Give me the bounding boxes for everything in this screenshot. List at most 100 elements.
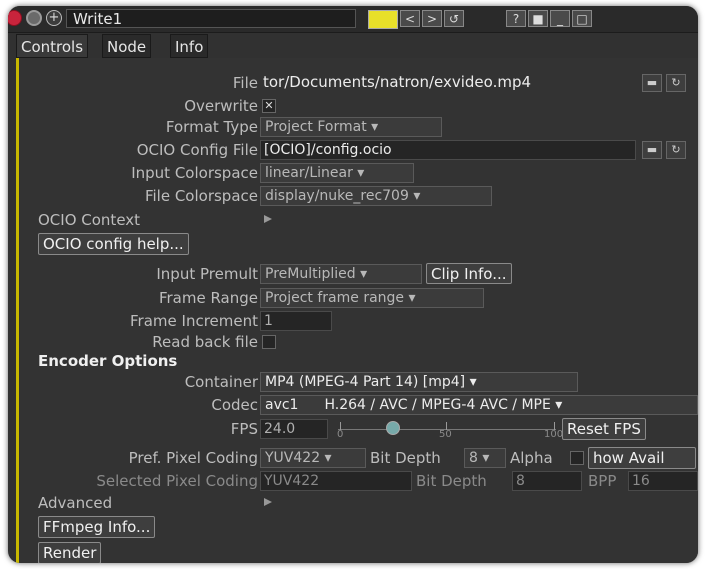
node-color-swatch[interactable] bbox=[368, 10, 398, 29]
ocio-help-row: OCIO config help... bbox=[20, 233, 698, 257]
pref-pixel-coding-dropdown[interactable]: YUV422 ▾ bbox=[260, 448, 366, 468]
refresh-icon[interactable]: ↻ bbox=[666, 141, 686, 159]
file-colorspace-dropdown[interactable]: display/nuke_rec709 ▾ bbox=[260, 186, 492, 206]
selection-bar bbox=[16, 58, 19, 563]
container-row: Container MP4 (MPEG-4 Part 14) [mp4] ▾ bbox=[20, 372, 698, 392]
codec-label: Codec bbox=[211, 396, 258, 414]
pref-pixel-coding-row: Pref. Pixel Coding YUV422 ▾ Bit Depth 8 … bbox=[20, 447, 698, 469]
show-avail-button[interactable]: how Avail bbox=[588, 447, 696, 469]
file-colorspace-label: File Colorspace bbox=[144, 187, 258, 205]
bit-depth-dropdown[interactable]: 8 ▾ bbox=[464, 448, 506, 468]
format-type-row: Format Type Project Format ▾ bbox=[20, 117, 698, 137]
alpha-checkbox[interactable] bbox=[570, 451, 584, 465]
bpp-field: 16 bbox=[628, 471, 698, 491]
restore-defaults-icon[interactable]: ↺ bbox=[444, 10, 464, 27]
node-name-field[interactable]: Write1 bbox=[66, 9, 356, 28]
format-type-value: Project Format bbox=[265, 119, 367, 135]
input-premult-dropdown[interactable]: PreMultiplied ▾ bbox=[260, 264, 422, 284]
codec-value: H.264 / AVC / MPEG-4 AVC / MPE bbox=[324, 397, 551, 413]
fps-slider-handle[interactable] bbox=[386, 421, 400, 435]
tab-controls[interactable]: Controls bbox=[16, 34, 89, 58]
read-back-label: Read back file bbox=[152, 333, 258, 351]
frame-range-dropdown[interactable]: Project frame range ▾ bbox=[260, 288, 484, 308]
fps-row: FPS 24.0 0 50 100 Reset FPS bbox=[20, 418, 698, 443]
codec-dropdown[interactable]: avc1 H.264 / AVC / MPEG-4 AVC / MPE ▾ bbox=[260, 395, 698, 415]
render-button[interactable]: Render bbox=[38, 542, 102, 563]
refresh-icon[interactable]: ↻ bbox=[666, 74, 686, 92]
read-back-checkbox[interactable] bbox=[262, 335, 276, 349]
bit-depth-value: 8 bbox=[469, 450, 478, 466]
float-icon[interactable]: □ bbox=[572, 10, 592, 27]
file-colorspace-value: display/nuke_rec709 bbox=[265, 188, 409, 204]
overwrite-checkbox[interactable]: ✕ bbox=[262, 99, 276, 113]
ffmpeg-info-row: FFmpeg Info... bbox=[20, 516, 698, 540]
file-label: File bbox=[232, 74, 258, 92]
pref-pixel-coding-value: YUV422 bbox=[265, 450, 321, 466]
bpp-label: BPP bbox=[588, 472, 617, 490]
advanced-row: Advanced bbox=[20, 493, 698, 513]
selected-bit-depth-label: Bit Depth bbox=[416, 472, 487, 490]
redo-icon[interactable]: > bbox=[422, 10, 442, 27]
render-row: Render bbox=[20, 542, 698, 563]
plus-icon[interactable]: + bbox=[46, 10, 62, 26]
gear-icon[interactable] bbox=[26, 10, 42, 26]
fps-label: FPS bbox=[230, 420, 258, 438]
container-dropdown[interactable]: MP4 (MPEG-4 Part 14) [mp4] ▾ bbox=[260, 372, 578, 392]
center-node-icon[interactable]: ■ bbox=[528, 10, 548, 27]
read-back-row: Read back file bbox=[20, 332, 698, 352]
undo-icon[interactable]: < bbox=[400, 10, 420, 27]
codec-row: Codec avc1 H.264 / AVC / MPEG-4 AVC / MPE… bbox=[20, 395, 698, 415]
folder-icon[interactable]: ▬ bbox=[642, 141, 662, 159]
frame-range-label: Frame Range bbox=[158, 289, 258, 307]
frame-increment-row: Frame Increment 1 bbox=[20, 311, 698, 331]
bit-depth-label: Bit Depth bbox=[370, 449, 441, 467]
selected-pixel-coding-label: Selected Pixel Coding bbox=[96, 472, 258, 490]
folder-icon[interactable]: ▬ bbox=[642, 74, 662, 92]
selected-bit-depth-field: 8 bbox=[512, 471, 582, 491]
input-colorspace-dropdown[interactable]: linear/Linear ▾ bbox=[260, 163, 414, 183]
frame-range-row: Frame Range Project frame range ▾ bbox=[20, 288, 698, 308]
close-panel-icon[interactable] bbox=[8, 10, 22, 26]
tab-node[interactable]: Node bbox=[102, 34, 152, 58]
ocio-context-row: OCIO Context bbox=[20, 210, 698, 230]
input-colorspace-label: Input Colorspace bbox=[131, 164, 258, 182]
ocio-config-field[interactable]: [OCIO]/config.ocio bbox=[260, 140, 636, 160]
ocio-config-help-button[interactable]: OCIO config help... bbox=[38, 233, 189, 255]
slider-tick-label: 100 bbox=[544, 429, 564, 440]
input-premult-value: PreMultiplied bbox=[265, 266, 356, 282]
ocio-config-row: OCIO Config File [OCIO]/config.ocio ▬ ↻ bbox=[20, 140, 698, 160]
expand-arrow-icon[interactable] bbox=[264, 215, 272, 223]
tab-info[interactable]: Info bbox=[170, 34, 209, 58]
container-value: MP4 (MPEG-4 Part 14) [mp4] bbox=[265, 374, 466, 390]
selected-pixel-coding-field: YUV422 bbox=[260, 471, 412, 491]
input-colorspace-row: Input Colorspace linear/Linear ▾ bbox=[20, 163, 698, 183]
pref-pixel-coding-label: Pref. Pixel Coding bbox=[128, 449, 258, 467]
alpha-label: Alpha bbox=[510, 449, 553, 467]
slider-tick-label: 0 bbox=[337, 429, 344, 440]
help-icon[interactable]: ? bbox=[506, 10, 526, 27]
minimize-icon[interactable]: _ bbox=[550, 10, 570, 27]
ffmpeg-info-button[interactable]: FFmpeg Info... bbox=[38, 516, 156, 538]
encoder-options-row: Encoder Options bbox=[20, 351, 698, 371]
write-node-panel: + Write1 < > ↺ ? ■ _ □ Controls Node Inf… bbox=[8, 6, 698, 563]
title-bar: + Write1 < > ↺ ? ■ _ □ bbox=[8, 6, 698, 33]
ocio-context-label: OCIO Context bbox=[38, 211, 141, 229]
frame-range-value: Project frame range bbox=[265, 290, 405, 306]
encoder-options-heading: Encoder Options bbox=[38, 352, 178, 370]
clip-info-button[interactable]: Clip Info... bbox=[426, 263, 512, 284]
input-premult-row: Input Premult PreMultiplied ▾ Clip Info.… bbox=[20, 263, 698, 284]
format-type-dropdown[interactable]: Project Format ▾ bbox=[260, 117, 442, 137]
reset-fps-button[interactable]: Reset FPS bbox=[562, 418, 646, 440]
fps-field[interactable]: 24.0 bbox=[260, 419, 328, 439]
expand-arrow-icon[interactable] bbox=[264, 498, 272, 506]
advanced-label: Advanced bbox=[38, 494, 113, 512]
file-row: File tor/Documents/natron/exvideo.mp4 ▬ … bbox=[20, 73, 698, 93]
file-path-field[interactable]: tor/Documents/natron/exvideo.mp4 bbox=[260, 73, 636, 93]
frame-increment-field[interactable]: 1 bbox=[260, 311, 332, 331]
selected-pixel-coding-row: Selected Pixel Coding YUV422 Bit Depth 8… bbox=[20, 471, 698, 491]
frame-increment-label: Frame Increment bbox=[130, 312, 258, 330]
overwrite-row: Overwrite ✕ bbox=[20, 96, 698, 116]
controls-panel: File tor/Documents/natron/exvideo.mp4 ▬ … bbox=[20, 58, 698, 563]
file-colorspace-row: File Colorspace display/nuke_rec709 ▾ bbox=[20, 186, 698, 206]
slider-tick-label: 50 bbox=[439, 429, 452, 440]
